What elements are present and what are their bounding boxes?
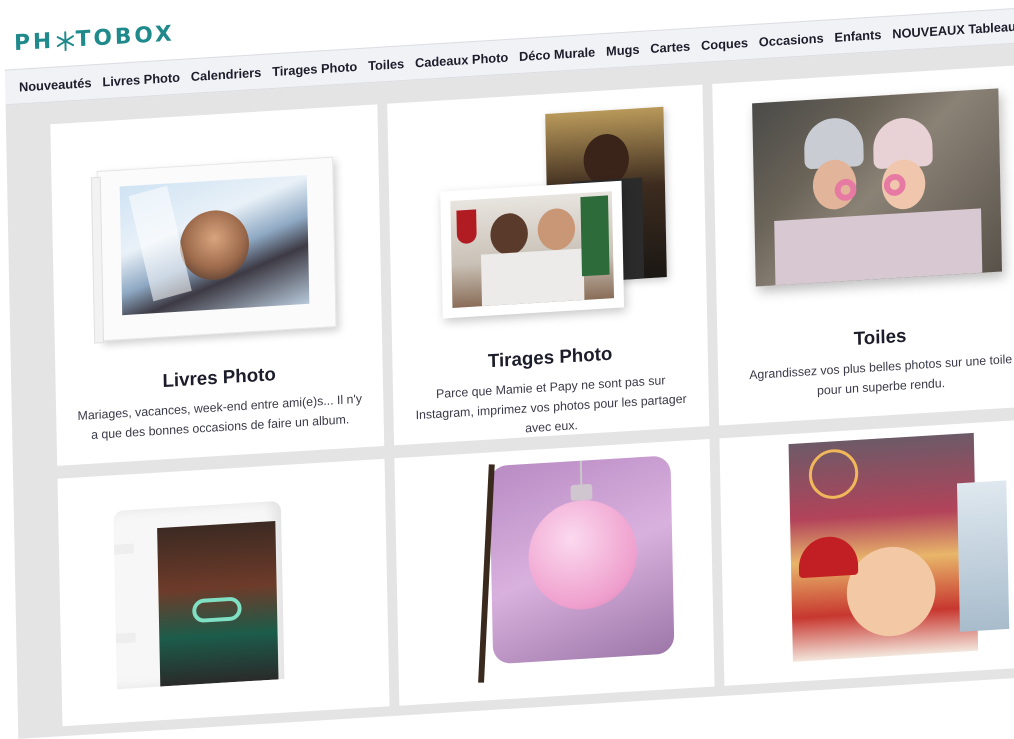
card-description: Agrandissez vos plus belles photos sur u… [749,352,1013,398]
logo-text-right: TOBOX [75,21,175,53]
nav-item-deco-murale[interactable]: Déco Murale [519,44,595,63]
nav-item-coques[interactable]: Coques [701,35,748,53]
nav-item-occasions[interactable]: Occasions [759,30,824,49]
wall-decor-image [788,432,979,662]
nav-item-livres-photo[interactable]: Livres Photo [102,69,180,89]
card-deco-murale[interactable] [719,418,1014,686]
book-photo [119,175,310,316]
ornament-image [489,455,675,665]
nav-item-mugs[interactable]: Mugs [606,41,640,58]
card-toiles[interactable]: Toiles Agrandissez vos plus belles photo… [712,64,1014,426]
photo-book-image [96,156,337,342]
nav-item-tirages-photo[interactable]: Tirages Photo [272,59,357,79]
mug-image [113,500,285,690]
logo-text-left: PH [13,28,55,57]
nav-item-cartes[interactable]: Cartes [650,38,690,55]
wall-decor-side [957,480,1010,632]
nav-item-toiles[interactable]: Toiles [368,56,404,73]
nav-item-calendriers[interactable]: Calendriers [191,64,262,83]
print-photo-front [440,180,625,319]
nav-item-tableaux-photo[interactable]: NOUVEAUX Tableaux Photo Ac [892,14,1014,40]
photobox-logo[interactable]: PH TOBOX [14,22,175,57]
nav-item-nouveautes[interactable]: Nouveautés [19,75,92,94]
canvas-photo [752,88,1003,287]
nav-item-cadeaux-photo[interactable]: Cadeaux Photo [415,49,509,70]
nav-item-enfants[interactable]: Enfants [834,27,881,45]
card-cadeaux-photo[interactable] [394,439,715,706]
logo-spark-icon [55,30,75,51]
card-tirages-photo[interactable]: Tirages Photo Parce que Mamie et Papy ne… [387,84,710,446]
card-mugs[interactable] [57,458,390,727]
card-livres-photo[interactable]: Livres Photo Mariages, vacances, week-en… [50,104,385,466]
card-description: Mariages, vacances, week-end entre ami(e… [77,391,363,442]
